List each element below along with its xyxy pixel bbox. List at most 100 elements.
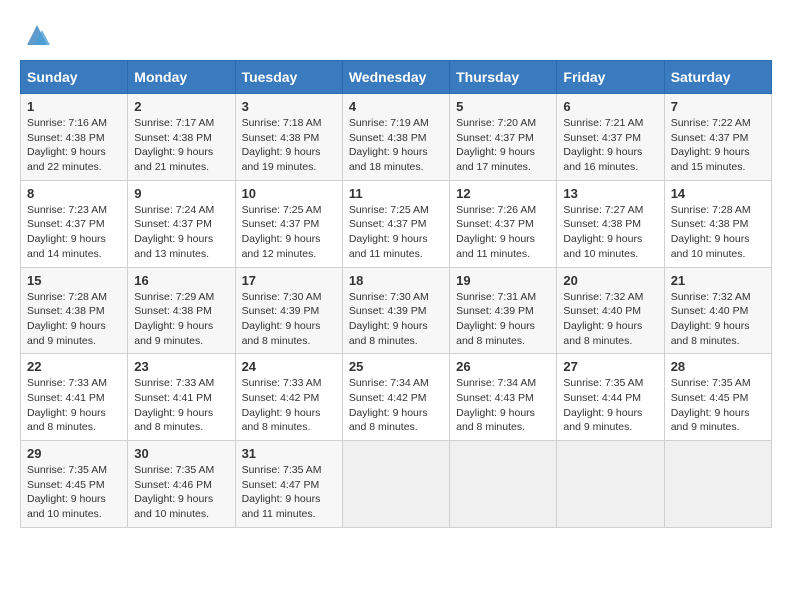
day-number: 4: [349, 99, 443, 114]
day-number: 3: [242, 99, 336, 114]
day-cell-17: 17 Sunrise: 7:30 AM Sunset: 4:39 PM Dayl…: [235, 267, 342, 354]
day-number: 1: [27, 99, 121, 114]
day-info: Sunrise: 7:28 AM Sunset: 4:38 PM Dayligh…: [27, 290, 121, 349]
day-info: Sunrise: 7:35 AM Sunset: 4:46 PM Dayligh…: [134, 463, 228, 522]
day-info: Sunrise: 7:34 AM Sunset: 4:43 PM Dayligh…: [456, 376, 550, 435]
page-header: [20, 20, 772, 50]
day-cell-28: 28 Sunrise: 7:35 AM Sunset: 4:45 PM Dayl…: [664, 354, 771, 441]
day-number: 12: [456, 186, 550, 201]
day-info: Sunrise: 7:19 AM Sunset: 4:38 PM Dayligh…: [349, 116, 443, 175]
day-number: 19: [456, 273, 550, 288]
day-cell-13: 13 Sunrise: 7:27 AM Sunset: 4:38 PM Dayl…: [557, 180, 664, 267]
day-header-wednesday: Wednesday: [342, 61, 449, 94]
day-info: Sunrise: 7:25 AM Sunset: 4:37 PM Dayligh…: [349, 203, 443, 262]
day-number: 18: [349, 273, 443, 288]
day-cell-24: 24 Sunrise: 7:33 AM Sunset: 4:42 PM Dayl…: [235, 354, 342, 441]
day-cell-3: 3 Sunrise: 7:18 AM Sunset: 4:38 PM Dayli…: [235, 94, 342, 181]
day-header-tuesday: Tuesday: [235, 61, 342, 94]
day-cell-18: 18 Sunrise: 7:30 AM Sunset: 4:39 PM Dayl…: [342, 267, 449, 354]
day-info: Sunrise: 7:25 AM Sunset: 4:37 PM Dayligh…: [242, 203, 336, 262]
day-header-friday: Friday: [557, 61, 664, 94]
day-number: 5: [456, 99, 550, 114]
day-cell-30: 30 Sunrise: 7:35 AM Sunset: 4:46 PM Dayl…: [128, 441, 235, 528]
day-number: 8: [27, 186, 121, 201]
day-cell-29: 29 Sunrise: 7:35 AM Sunset: 4:45 PM Dayl…: [21, 441, 128, 528]
logo-icon: [22, 20, 52, 50]
day-cell-12: 12 Sunrise: 7:26 AM Sunset: 4:37 PM Dayl…: [450, 180, 557, 267]
day-header-thursday: Thursday: [450, 61, 557, 94]
day-header-sunday: Sunday: [21, 61, 128, 94]
day-number: 28: [671, 359, 765, 374]
day-info: Sunrise: 7:35 AM Sunset: 4:45 PM Dayligh…: [27, 463, 121, 522]
day-cell-31: 31 Sunrise: 7:35 AM Sunset: 4:47 PM Dayl…: [235, 441, 342, 528]
day-cell-22: 22 Sunrise: 7:33 AM Sunset: 4:41 PM Dayl…: [21, 354, 128, 441]
empty-cell: [450, 441, 557, 528]
week-row-4: 22 Sunrise: 7:33 AM Sunset: 4:41 PM Dayl…: [21, 354, 772, 441]
day-cell-11: 11 Sunrise: 7:25 AM Sunset: 4:37 PM Dayl…: [342, 180, 449, 267]
day-number: 10: [242, 186, 336, 201]
day-info: Sunrise: 7:32 AM Sunset: 4:40 PM Dayligh…: [671, 290, 765, 349]
day-info: Sunrise: 7:18 AM Sunset: 4:38 PM Dayligh…: [242, 116, 336, 175]
day-cell-1: 1 Sunrise: 7:16 AM Sunset: 4:38 PM Dayli…: [21, 94, 128, 181]
day-cell-4: 4 Sunrise: 7:19 AM Sunset: 4:38 PM Dayli…: [342, 94, 449, 181]
day-cell-9: 9 Sunrise: 7:24 AM Sunset: 4:37 PM Dayli…: [128, 180, 235, 267]
day-cell-16: 16 Sunrise: 7:29 AM Sunset: 4:38 PM Dayl…: [128, 267, 235, 354]
day-number: 16: [134, 273, 228, 288]
day-info: Sunrise: 7:20 AM Sunset: 4:37 PM Dayligh…: [456, 116, 550, 175]
day-number: 11: [349, 186, 443, 201]
day-info: Sunrise: 7:30 AM Sunset: 4:39 PM Dayligh…: [349, 290, 443, 349]
day-cell-2: 2 Sunrise: 7:17 AM Sunset: 4:38 PM Dayli…: [128, 94, 235, 181]
day-info: Sunrise: 7:21 AM Sunset: 4:37 PM Dayligh…: [563, 116, 657, 175]
day-header-saturday: Saturday: [664, 61, 771, 94]
day-info: Sunrise: 7:30 AM Sunset: 4:39 PM Dayligh…: [242, 290, 336, 349]
day-number: 31: [242, 446, 336, 461]
day-cell-26: 26 Sunrise: 7:34 AM Sunset: 4:43 PM Dayl…: [450, 354, 557, 441]
day-info: Sunrise: 7:33 AM Sunset: 4:41 PM Dayligh…: [134, 376, 228, 435]
day-info: Sunrise: 7:29 AM Sunset: 4:38 PM Dayligh…: [134, 290, 228, 349]
day-cell-20: 20 Sunrise: 7:32 AM Sunset: 4:40 PM Dayl…: [557, 267, 664, 354]
day-number: 2: [134, 99, 228, 114]
calendar-table: SundayMondayTuesdayWednesdayThursdayFrid…: [20, 60, 772, 528]
day-cell-27: 27 Sunrise: 7:35 AM Sunset: 4:44 PM Dayl…: [557, 354, 664, 441]
day-number: 22: [27, 359, 121, 374]
day-info: Sunrise: 7:24 AM Sunset: 4:37 PM Dayligh…: [134, 203, 228, 262]
day-cell-10: 10 Sunrise: 7:25 AM Sunset: 4:37 PM Dayl…: [235, 180, 342, 267]
logo: [20, 20, 52, 50]
empty-cell: [342, 441, 449, 528]
day-cell-8: 8 Sunrise: 7:23 AM Sunset: 4:37 PM Dayli…: [21, 180, 128, 267]
days-header-row: SundayMondayTuesdayWednesdayThursdayFrid…: [21, 61, 772, 94]
day-cell-25: 25 Sunrise: 7:34 AM Sunset: 4:42 PM Dayl…: [342, 354, 449, 441]
day-info: Sunrise: 7:28 AM Sunset: 4:38 PM Dayligh…: [671, 203, 765, 262]
day-cell-21: 21 Sunrise: 7:32 AM Sunset: 4:40 PM Dayl…: [664, 267, 771, 354]
day-cell-7: 7 Sunrise: 7:22 AM Sunset: 4:37 PM Dayli…: [664, 94, 771, 181]
day-info: Sunrise: 7:35 AM Sunset: 4:44 PM Dayligh…: [563, 376, 657, 435]
day-info: Sunrise: 7:16 AM Sunset: 4:38 PM Dayligh…: [27, 116, 121, 175]
day-cell-15: 15 Sunrise: 7:28 AM Sunset: 4:38 PM Dayl…: [21, 267, 128, 354]
day-cell-14: 14 Sunrise: 7:28 AM Sunset: 4:38 PM Dayl…: [664, 180, 771, 267]
day-cell-5: 5 Sunrise: 7:20 AM Sunset: 4:37 PM Dayli…: [450, 94, 557, 181]
day-number: 15: [27, 273, 121, 288]
day-number: 20: [563, 273, 657, 288]
day-cell-23: 23 Sunrise: 7:33 AM Sunset: 4:41 PM Dayl…: [128, 354, 235, 441]
day-number: 9: [134, 186, 228, 201]
day-info: Sunrise: 7:33 AM Sunset: 4:42 PM Dayligh…: [242, 376, 336, 435]
day-header-monday: Monday: [128, 61, 235, 94]
day-number: 27: [563, 359, 657, 374]
day-info: Sunrise: 7:33 AM Sunset: 4:41 PM Dayligh…: [27, 376, 121, 435]
day-info: Sunrise: 7:34 AM Sunset: 4:42 PM Dayligh…: [349, 376, 443, 435]
day-number: 25: [349, 359, 443, 374]
week-row-3: 15 Sunrise: 7:28 AM Sunset: 4:38 PM Dayl…: [21, 267, 772, 354]
day-number: 7: [671, 99, 765, 114]
day-number: 29: [27, 446, 121, 461]
day-number: 17: [242, 273, 336, 288]
day-cell-19: 19 Sunrise: 7:31 AM Sunset: 4:39 PM Dayl…: [450, 267, 557, 354]
day-number: 6: [563, 99, 657, 114]
day-number: 14: [671, 186, 765, 201]
week-row-5: 29 Sunrise: 7:35 AM Sunset: 4:45 PM Dayl…: [21, 441, 772, 528]
week-row-2: 8 Sunrise: 7:23 AM Sunset: 4:37 PM Dayli…: [21, 180, 772, 267]
empty-cell: [557, 441, 664, 528]
day-number: 23: [134, 359, 228, 374]
day-info: Sunrise: 7:35 AM Sunset: 4:45 PM Dayligh…: [671, 376, 765, 435]
day-number: 24: [242, 359, 336, 374]
week-row-1: 1 Sunrise: 7:16 AM Sunset: 4:38 PM Dayli…: [21, 94, 772, 181]
